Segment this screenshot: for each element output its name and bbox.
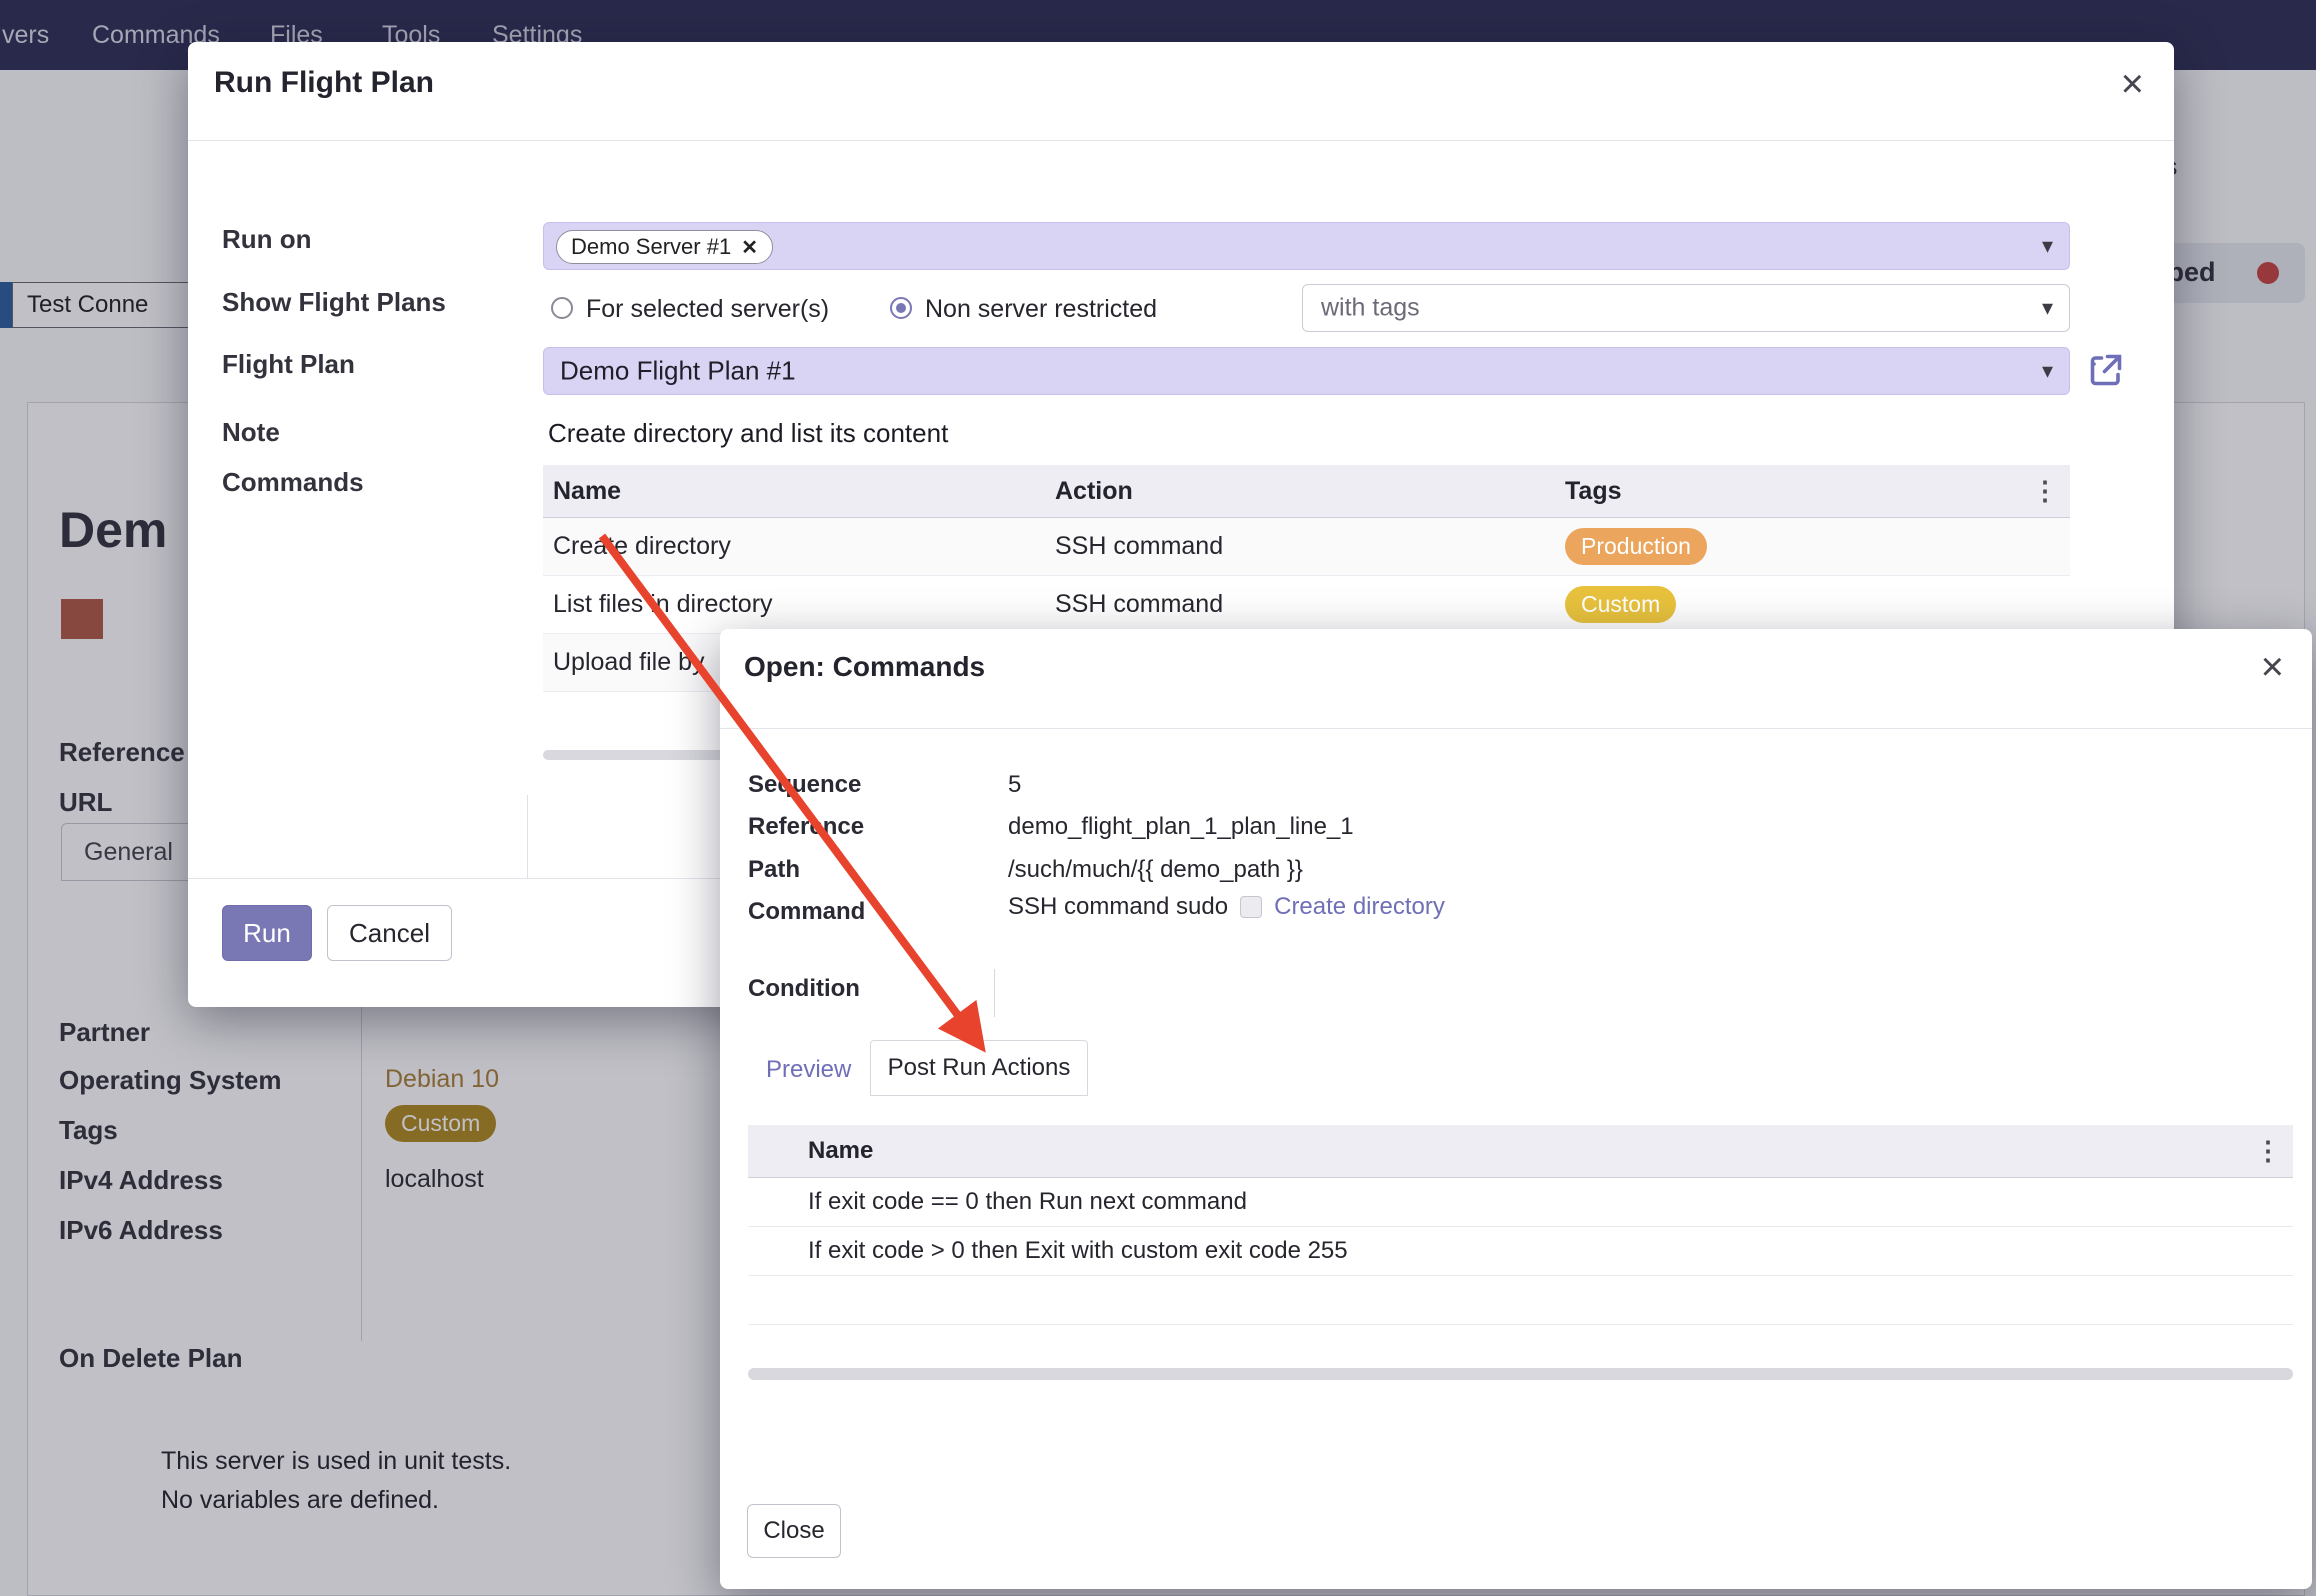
chevron-down-icon[interactable]: ▾ <box>2042 295 2053 321</box>
external-link-icon[interactable] <box>2088 352 2124 388</box>
post-run-actions-table: Name ⋮ If exit code == 0 then Run next c… <box>748 1125 2293 1325</box>
close-button[interactable]: Close <box>747 1504 841 1558</box>
with-tags-dropdown[interactable]: with tags ▾ <box>1302 284 2070 332</box>
reference-value: demo_flight_plan_1_plan_line_1 <box>1008 813 1354 841</box>
horizontal-scrollbar[interactable] <box>748 1368 2293 1380</box>
radio-for-selected-servers-label: For selected server(s) <box>586 295 829 324</box>
table-row[interactable]: List files in directory SSH command Cust… <box>543 576 2070 634</box>
run-button[interactable]: Run <box>222 905 312 961</box>
path-label: Path <box>748 856 800 884</box>
column-options-icon[interactable]: ⋮ <box>2032 476 2058 507</box>
row-action: SSH command <box>1055 590 1565 619</box>
chevron-down-icon[interactable]: ▾ <box>2042 233 2053 259</box>
run-modal-close-icon[interactable]: × <box>2121 64 2144 104</box>
table-header-row: Name Action Tags ⋮ <box>543 465 2070 518</box>
commands-label: Commands <box>222 467 364 498</box>
row-name: If exit code == 0 then Run next command <box>796 1188 2293 1216</box>
table-row[interactable]: If exit code > 0 then Exit with custom e… <box>748 1227 2293 1276</box>
table-row-empty <box>748 1276 2293 1325</box>
cancel-button[interactable]: Cancel <box>327 905 452 961</box>
create-directory-link[interactable]: Create directory <box>1274 893 1445 921</box>
row-name: Create directory <box>543 532 1055 561</box>
flight-plan-label: Flight Plan <box>222 349 355 380</box>
tab-preview[interactable]: Preview <box>766 1056 851 1084</box>
condition-label: Condition <box>748 975 860 1003</box>
show-flight-plans-label: Show Flight Plans <box>222 287 446 318</box>
row-name: List files in directory <box>543 590 1055 619</box>
server-chip[interactable]: Demo Server #1 ✕ <box>556 230 773 264</box>
table-row[interactable]: Create directory SSH command Production <box>543 518 2070 576</box>
col-header-action[interactable]: Action <box>1055 477 1565 506</box>
run-on-field[interactable]: Demo Server #1 ✕ ▾ <box>543 222 2070 270</box>
row-action: SSH command <box>1055 532 1565 561</box>
header-divider <box>188 140 2174 141</box>
open-commands-modal: Open: Commands × Sequence 5 Reference de… <box>720 629 2312 1589</box>
screen: vers Commands Files Tools Settings Test … <box>0 0 2316 1596</box>
radio-for-selected-servers[interactable] <box>551 297 573 319</box>
flight-plan-select[interactable]: Demo Flight Plan #1 ▾ <box>543 347 2070 395</box>
sequence-label: Sequence <box>748 771 861 799</box>
tag-badge-custom: Custom <box>1565 586 1676 623</box>
col-header-name[interactable]: Name <box>796 1137 2293 1165</box>
label-column-divider <box>527 795 528 878</box>
radio-non-server-restricted[interactable] <box>890 297 912 319</box>
row-name: If exit code > 0 then Exit with custom e… <box>796 1237 2293 1265</box>
chip-remove-icon[interactable]: ✕ <box>741 235 758 260</box>
flight-plan-caption: Create directory and list its content <box>548 418 948 449</box>
flight-plan-value: Demo Flight Plan #1 <box>560 356 796 387</box>
command-label: Command <box>748 898 865 926</box>
condition-divider <box>994 969 995 1017</box>
command-value: SSH command sudo <box>1008 893 1228 921</box>
path-value: /such/much/{{ demo_path }} <box>1008 856 1303 884</box>
commands-modal-close-icon[interactable]: × <box>2261 647 2284 687</box>
run-modal-title: Run Flight Plan <box>214 66 434 100</box>
column-options-icon[interactable]: ⋮ <box>2255 1136 2281 1167</box>
command-value-row: SSH command sudo Create directory <box>1008 893 1445 921</box>
with-tags-placeholder: with tags <box>1321 294 1420 323</box>
col-header-tags[interactable]: Tags <box>1565 477 2070 506</box>
tab-post-run-actions[interactable]: Post Run Actions <box>870 1040 1088 1096</box>
commands-modal-title: Open: Commands <box>744 651 985 683</box>
sequence-value: 5 <box>1008 771 1021 799</box>
note-label: Note <box>222 417 280 448</box>
tag-badge-production: Production <box>1565 528 1707 565</box>
reference-label: Reference <box>748 813 864 841</box>
chevron-down-icon[interactable]: ▾ <box>2042 358 2053 384</box>
header-divider <box>720 728 2312 729</box>
server-chip-label: Demo Server #1 <box>571 234 731 260</box>
run-on-label: Run on <box>222 224 312 255</box>
command-checkbox[interactable] <box>1240 896 1262 918</box>
radio-non-server-restricted-label: Non server restricted <box>925 295 1157 324</box>
table-row[interactable]: If exit code == 0 then Run next command <box>748 1178 2293 1227</box>
table-header-row: Name ⋮ <box>748 1125 2293 1178</box>
col-header-name[interactable]: Name <box>543 477 1055 506</box>
